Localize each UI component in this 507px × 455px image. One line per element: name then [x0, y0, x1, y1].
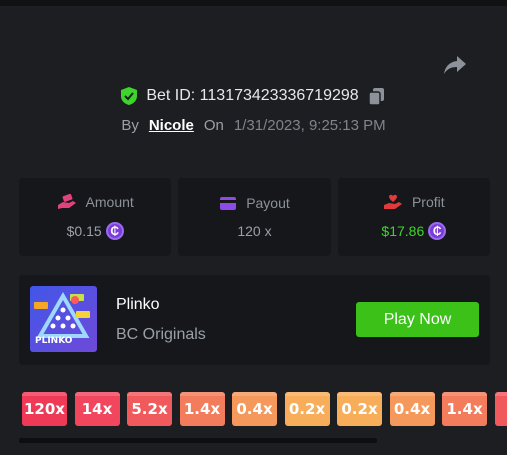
payout-label: Payout — [246, 195, 290, 211]
by-label: By — [121, 117, 139, 134]
game-title: Plinko — [116, 296, 160, 313]
plinko-thumbnail[interactable]: PLINKO — [30, 286, 97, 352]
verified-shield-icon — [121, 87, 138, 105]
bet-stats: Amount $0.15 ₵ Payout 120 x Profit $17.8… — [19, 178, 490, 256]
wallet-icon — [220, 196, 237, 210]
game-provider: BC Originals — [116, 326, 206, 343]
multiplier-chip: 1.4x — [442, 392, 487, 426]
bet-author-row: By Nicole On 1/31/2023, 9:25:13 PM — [0, 117, 507, 134]
play-now-button[interactable]: Play Now — [356, 302, 479, 337]
profit-value: $17.86 — [381, 223, 425, 239]
bet-id-row: Bet ID: 113173423336719298 — [0, 86, 507, 106]
stat-payout: Payout 120 x — [178, 178, 331, 256]
bet-datetime: 1/31/2023, 9:25:13 PM — [233, 117, 386, 134]
multiplier-chip: 0.4x — [232, 392, 277, 426]
multiplier-chip: 0.2x — [284, 392, 330, 426]
hand-heart-icon — [383, 194, 402, 209]
multiplier-chip: 1.4x — [179, 392, 225, 426]
multiplier-chip: 5.2x — [127, 392, 172, 426]
coin-icon: ₵ — [105, 222, 124, 240]
on-label: On — [203, 117, 224, 134]
stat-profit: Profit $17.86 ₵ — [337, 178, 490, 256]
multiplier-chip: 120x — [22, 392, 67, 426]
profit-label: Profit — [411, 194, 445, 210]
payout-value: 120 x — [237, 223, 272, 239]
game-card: PLINKO Plinko BC Originals Play Now — [19, 275, 490, 365]
copy-icon[interactable] — [367, 86, 387, 106]
multiplier-chip: 14x — [74, 392, 120, 426]
amount-value: $0.15 — [66, 223, 102, 239]
stat-amount: Amount $0.15 ₵ — [19, 178, 172, 256]
hand-coin-icon — [57, 194, 76, 209]
share-icon[interactable] — [442, 53, 468, 75]
multiplier-chip — [494, 392, 507, 426]
coin-icon: ₵ — [428, 222, 447, 240]
multiplier-chip: 0.4x — [389, 392, 435, 426]
top-bar — [0, 0, 507, 6]
multiplier-chip: 0.2x — [337, 392, 382, 426]
username-link[interactable]: Nicole — [149, 117, 194, 134]
horizontal-scrollbar[interactable] — [19, 438, 377, 443]
bet-id: Bet ID: 113173423336719298 — [146, 87, 359, 104]
amount-label: Amount — [85, 194, 134, 210]
thumbnail-label: PLINKO — [35, 336, 73, 346]
